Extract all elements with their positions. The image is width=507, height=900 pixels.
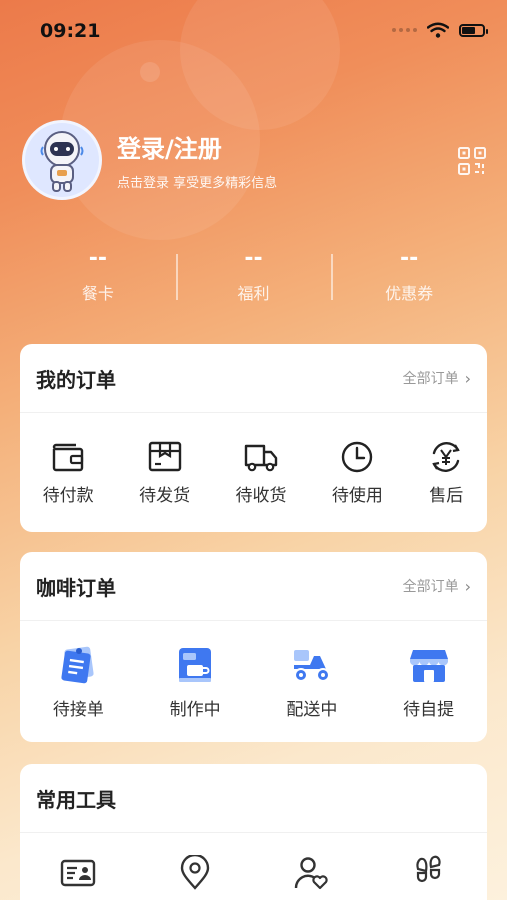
coffee-awaiting-acceptance[interactable]: 待接单 — [53, 645, 104, 720]
item-label: 待自提 — [403, 700, 455, 720]
id-card-icon — [61, 859, 96, 887]
store-icon — [409, 650, 448, 682]
stat-value: -- — [88, 246, 107, 271]
order-pending-payment[interactable]: 待付款 — [43, 439, 94, 506]
order-after-sales[interactable]: 售后 — [428, 439, 464, 506]
item-label: 待收货 — [235, 486, 287, 506]
all-coffee-orders-link[interactable]: 全部订单 › — [403, 576, 471, 596]
card-title: 咖啡订单 — [36, 575, 116, 600]
common-tools-header: 常用工具 — [20, 764, 487, 833]
order-status-list: 待付款 待发货 待收货 待使用 售后 — [20, 413, 487, 506]
coffee-in-delivery[interactable]: 配送中 — [286, 645, 337, 720]
coffee-in-preparation[interactable]: 制作中 — [170, 645, 221, 720]
coffee-status-list: 待接单 制作中 配送中 待自提 — [20, 621, 487, 720]
all-orders-label: 全部订单 — [402, 579, 459, 595]
battery-icon — [459, 23, 488, 37]
coffee-machine-icon — [179, 648, 212, 682]
wifi-icon — [427, 22, 449, 38]
tool-id-card[interactable] — [59, 855, 97, 891]
item-label: 待付款 — [42, 486, 94, 506]
scooter-icon — [293, 650, 330, 682]
item-label: 待使用 — [331, 486, 383, 506]
tools-list — [20, 833, 487, 891]
battery-level — [462, 26, 475, 34]
coffee-orders-header: 咖啡订单 全部订单 › — [20, 552, 487, 621]
decor-bubble — [140, 62, 160, 82]
stat-value: -- — [400, 246, 419, 271]
card-title: 我的订单 — [36, 367, 116, 392]
location-pin-icon — [180, 855, 210, 890]
item-label: 待发货 — [139, 486, 191, 506]
item-label: 配送中 — [286, 700, 338, 720]
all-orders-label: 全部订单 — [402, 371, 459, 387]
my-orders-card: 我的订单 全部订单 › 待付款 待发货 待收货 待使用 售后 — [20, 344, 487, 532]
package-icon — [148, 441, 181, 472]
stat-benefits[interactable]: -- 福利 — [175, 246, 332, 308]
clock-icon — [342, 441, 373, 473]
status-time: 09:21 — [40, 20, 101, 42]
cellular-signal-icon — [392, 28, 417, 32]
order-pending-shipment[interactable]: 待发货 — [139, 439, 190, 506]
coffee-orders-card: 咖啡订单 全部订单 › 待接单 制作中 配送中 待自提 — [20, 552, 487, 742]
chevron-right-icon: › — [464, 368, 471, 388]
footprints-icon — [416, 855, 441, 883]
stat-value: -- — [244, 246, 263, 271]
profile-header[interactable]: 登录/注册 点击登录 享受更多精彩信息 — [22, 120, 277, 200]
item-label: 待接单 — [52, 700, 104, 720]
truck-icon — [244, 444, 278, 472]
account-stats: -- 餐卡 -- 福利 -- 优惠券 — [20, 248, 487, 308]
tool-favorites[interactable] — [293, 855, 331, 891]
status-icons — [392, 22, 488, 38]
yuan-refund-icon — [432, 442, 460, 472]
stat-label: 福利 — [237, 284, 270, 303]
order-pending-use[interactable]: 待使用 — [332, 439, 383, 506]
stat-coupons[interactable]: -- 优惠券 — [331, 248, 487, 308]
tool-address[interactable] — [176, 855, 214, 891]
stat-label: 优惠券 — [385, 284, 434, 303]
qr-code-icon[interactable] — [457, 146, 487, 176]
status-bar: 09:21 — [0, 0, 507, 64]
profile-page: 09:21 登录/注册 点击登录 享受更多精彩信息 -- 餐卡 -- 福利 --… — [0, 0, 507, 900]
user-heart-icon — [294, 857, 328, 890]
stat-label: 餐卡 — [81, 284, 114, 303]
order-list-icon — [61, 646, 94, 684]
astronaut-avatar-icon[interactable] — [22, 120, 102, 200]
all-orders-link[interactable]: 全部订单 › — [403, 368, 471, 388]
tool-footprints[interactable] — [410, 855, 448, 891]
stat-meal-card[interactable]: -- 餐卡 — [20, 248, 176, 308]
profile-info: 登录/注册 点击登录 享受更多精彩信息 — [117, 129, 277, 191]
item-label: 售后 — [429, 486, 464, 506]
order-pending-receipt[interactable]: 待收货 — [235, 439, 286, 506]
wallet-icon — [52, 443, 84, 472]
my-orders-header: 我的订单 全部订单 › — [20, 344, 487, 413]
coffee-awaiting-pickup[interactable]: 待自提 — [403, 645, 454, 720]
login-subtitle: 点击登录 享受更多精彩信息 — [117, 176, 278, 191]
card-title: 常用工具 — [36, 787, 116, 812]
common-tools-card: 常用工具 — [20, 764, 487, 900]
item-label: 制作中 — [169, 700, 221, 720]
chevron-right-icon: › — [464, 576, 471, 596]
login-register-link[interactable]: 登录/注册 — [117, 129, 277, 164]
